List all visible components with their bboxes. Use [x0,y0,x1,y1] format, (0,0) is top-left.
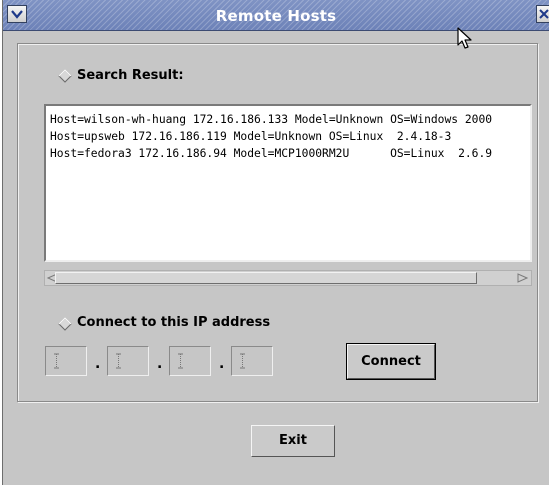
connect-ip-radio[interactable] [58,317,72,331]
exit-button[interactable]: Exit [251,425,335,457]
ip-separator: . [95,356,101,372]
search-result-label: Search Result: [77,68,184,83]
ip-separator: . [219,356,225,372]
connect-button[interactable]: Connect [346,343,436,380]
search-result-radio[interactable] [58,69,72,83]
close-button[interactable] [536,5,549,23]
text-caret-icon [240,353,245,369]
text-caret-icon [54,353,59,369]
horizontal-scrollbar[interactable] [44,270,532,286]
text-caret-icon [178,353,183,369]
window-title: Remote Hosts [215,7,337,25]
ip-octet-3-field[interactable] [169,346,211,376]
list-item[interactable]: Host=upsweb 172.16.186.119 Model=Unknown… [50,130,451,143]
mouse-pointer-icon [457,27,472,49]
ip-separator: . [157,356,163,372]
list-item[interactable]: Host=fedora3 172.16.186.94 Model=MCP1000… [50,147,492,160]
ip-octet-4-field[interactable] [231,346,273,376]
scroll-right-arrow-icon[interactable] [517,272,529,284]
close-icon [539,9,549,19]
text-caret-icon [116,353,121,369]
ip-octet-1-field[interactable] [45,346,87,376]
connect-ip-label: Connect to this IP address [77,315,271,330]
scrollbar-thumb[interactable] [55,272,477,284]
remote-hosts-window: Remote Hosts Search Result: Host=wilson-… [2,0,549,485]
ip-octet-2-field[interactable] [107,346,149,376]
list-item[interactable]: Host=wilson-wh-huang 172.16.186.133 Mode… [50,113,492,126]
search-results-list[interactable]: Host=wilson-wh-huang 172.16.186.133 Mode… [44,104,532,262]
